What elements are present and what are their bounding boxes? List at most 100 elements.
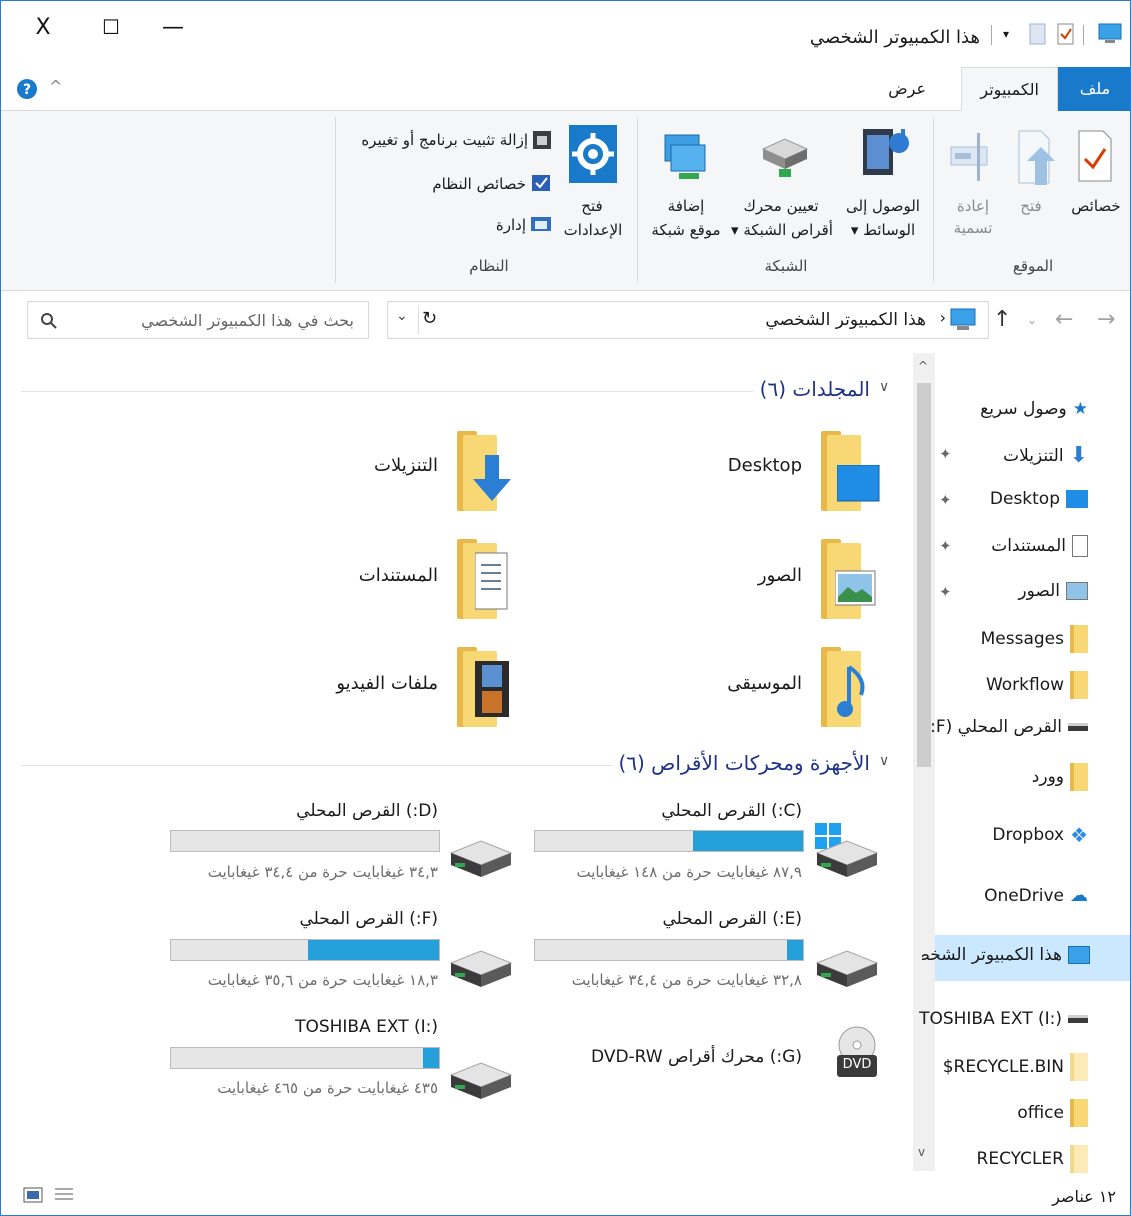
drive-label[interactable]: TOSHIBA EXT (I:) xyxy=(295,1017,438,1037)
nav-item-documents[interactable]: المستندات xyxy=(991,535,1088,557)
search-box[interactable]: بحث في هذا الكمبيوتر الشخصي xyxy=(27,301,369,339)
pin-icon[interactable]: ✦ xyxy=(939,445,952,463)
add-network-label-1[interactable]: إضافة xyxy=(651,195,721,217)
nav-item-dropbox[interactable]: ❖ Dropbox xyxy=(992,823,1088,847)
search-input[interactable]: بحث في هذا الكمبيوتر الشخصي xyxy=(141,311,354,330)
collapse-chevron-icon[interactable]: ∨ xyxy=(879,753,889,769)
folder-label-desktop[interactable]: Desktop xyxy=(728,455,802,476)
settings-label-2[interactable]: الإعدادات xyxy=(557,219,629,241)
drive-label[interactable]: (G:) محرك أقراص DVD-RW xyxy=(591,1047,802,1067)
address-box[interactable]: › هذا الكمبيوتر الشخصي ↻ ⌄ xyxy=(387,301,989,339)
folder-label-videos[interactable]: ملفات الفيديو xyxy=(336,673,438,694)
nav-item-workflow[interactable]: Workflow xyxy=(986,671,1088,699)
media-icon[interactable] xyxy=(857,123,913,181)
properties-icon[interactable] xyxy=(1057,23,1075,45)
open-icon[interactable] xyxy=(1015,129,1057,185)
settings-label-1[interactable]: فتح xyxy=(567,195,617,217)
folder-downloads[interactable] xyxy=(457,431,511,511)
nav-item-downloads[interactable]: ⬇ التنزيلات xyxy=(1003,443,1088,468)
large-icons-view-icon[interactable] xyxy=(23,1187,43,1203)
up-arrow-icon[interactable]: ↑ xyxy=(993,307,1011,332)
help-icon[interactable]: ? xyxy=(15,77,39,101)
scrollbar[interactable]: ^ v xyxy=(913,353,935,1171)
nav-label: Messages xyxy=(980,629,1064,649)
nav-item-onedrive[interactable]: ☁ OneDrive xyxy=(984,885,1088,906)
explorer-window: X ☐ — هذا الكمبيوتر الشخصي ▾ ? ^ ملف الك… xyxy=(0,0,1131,1216)
drive-label[interactable]: (F:) القرص المحلي xyxy=(299,909,438,929)
new-folder-icon[interactable] xyxy=(1029,23,1047,45)
dvd-drive-icon xyxy=(837,1026,877,1077)
folder-documents[interactable] xyxy=(457,539,508,619)
window-title: هذا الكمبيوتر الشخصي xyxy=(809,27,980,48)
forward-arrow-icon[interactable]: ← xyxy=(1055,307,1073,332)
folder-label-downloads[interactable]: التنزيلات xyxy=(374,455,438,476)
folder-desktop[interactable] xyxy=(821,431,880,511)
pin-icon[interactable]: ✦ xyxy=(939,583,952,601)
recent-locations-icon[interactable]: ⌄ xyxy=(1027,313,1037,327)
nav-item-messages[interactable]: Messages xyxy=(981,625,1088,653)
section-divider xyxy=(21,391,753,392)
drive-label[interactable]: (C:) القرص المحلي xyxy=(661,801,802,821)
breadcrumb-chevron-icon[interactable]: › xyxy=(940,308,946,327)
scroll-down-icon[interactable]: v xyxy=(918,1145,925,1159)
add-network-location-icon[interactable] xyxy=(661,131,711,185)
drive-label[interactable]: (E:) القرص المحلي xyxy=(663,909,803,929)
scroll-thumb[interactable] xyxy=(917,383,931,767)
breadcrumb-path[interactable]: هذا الكمبيوتر الشخصي xyxy=(765,310,926,330)
qa-dropdown-icon[interactable]: ▾ xyxy=(1003,27,1009,41)
tab-view[interactable]: عرض xyxy=(870,67,944,111)
collapse-chevron-icon[interactable]: ∨ xyxy=(879,379,889,395)
nav-item-local-f[interactable]: القرص المحلي (F: xyxy=(930,717,1088,737)
uninstall-program-button[interactable]: إزالة تثبيت برنامج أو تغييره xyxy=(361,129,552,151)
nav-item-office[interactable]: office xyxy=(1017,1099,1088,1127)
pin-icon[interactable]: ✦ xyxy=(939,537,952,555)
nav-item-recycle-bin[interactable]: RECYCLE.BIN$ xyxy=(943,1053,1088,1081)
folder-label-pictures[interactable]: الصور xyxy=(758,565,802,586)
folder-pictures[interactable] xyxy=(821,539,876,619)
folder-icon xyxy=(1070,671,1088,699)
back-arrow-icon[interactable]: → xyxy=(1097,307,1115,332)
rename-icon[interactable] xyxy=(947,131,997,183)
map-drive-label-2[interactable]: أقراص الشبكة ▾ xyxy=(727,219,837,241)
media-label-2[interactable]: الوسائط ▾ xyxy=(837,219,929,241)
manage-button[interactable]: إدارة xyxy=(496,215,552,235)
media-label-1[interactable]: الوصول إلى xyxy=(837,195,929,217)
address-dropdown-icon[interactable]: ⌄ xyxy=(396,308,408,324)
minimize-button[interactable]: — xyxy=(155,15,191,40)
tab-computer[interactable]: الكمبيوتر xyxy=(961,67,1058,112)
folder-label-music[interactable]: الموسيقى xyxy=(727,673,802,694)
map-drive-label-1[interactable]: تعيين محرك xyxy=(731,195,831,217)
details-view-icon[interactable] xyxy=(53,1185,75,1205)
settings-gear-icon[interactable] xyxy=(569,125,619,183)
pin-icon[interactable]: ✦ xyxy=(939,491,952,509)
close-button[interactable]: X xyxy=(25,15,61,40)
tab-file[interactable]: ملف xyxy=(1058,67,1130,111)
system-properties-button[interactable]: خصائص النظام xyxy=(432,173,552,195)
nav-item-desktop[interactable]: Desktop xyxy=(990,489,1088,509)
nav-item-word[interactable]: وورد xyxy=(1032,763,1088,791)
nav-item-toshiba[interactable]: TOSHIBA EXT (I:) xyxy=(919,1009,1088,1029)
properties-large-icon[interactable] xyxy=(1077,129,1113,183)
open-label[interactable]: فتح xyxy=(1011,195,1051,217)
folder-label-documents[interactable]: المستندات xyxy=(359,565,438,586)
folders-section-heading[interactable]: المجلدات (٦) xyxy=(760,377,870,401)
rename-label-1[interactable]: إعادة xyxy=(945,195,1001,217)
collapse-ribbon-icon[interactable]: ^ xyxy=(49,77,62,96)
dropbox-icon: ❖ xyxy=(1070,823,1088,847)
add-network-label-2[interactable]: موقع شبكة xyxy=(643,219,729,241)
nav-item-this-pc[interactable]: هذا الكمبيوتر الشخصي xyxy=(922,945,1090,965)
folder-music[interactable] xyxy=(821,647,867,727)
drives-section-heading[interactable]: الأجهزة ومحركات الأقراص (٦) xyxy=(618,751,870,775)
refresh-icon[interactable]: ↻ xyxy=(422,308,437,329)
nav-item-recycler[interactable]: RECYCLER xyxy=(977,1145,1088,1173)
folder-videos[interactable] xyxy=(457,647,509,727)
properties-label[interactable]: خصائص xyxy=(1063,195,1129,217)
maximize-button[interactable]: ☐ xyxy=(93,15,129,39)
search-icon[interactable] xyxy=(40,312,58,330)
drive-label[interactable]: (D:) القرص المحلي xyxy=(296,801,438,821)
map-drive-icon[interactable] xyxy=(757,135,809,181)
rename-label-2[interactable]: تسمية xyxy=(945,217,1001,239)
scroll-up-icon[interactable]: ^ xyxy=(918,359,928,373)
nav-item-pictures[interactable]: الصور xyxy=(1018,581,1088,601)
nav-item-quick-access[interactable]: ★ وصول سريع xyxy=(980,399,1088,419)
